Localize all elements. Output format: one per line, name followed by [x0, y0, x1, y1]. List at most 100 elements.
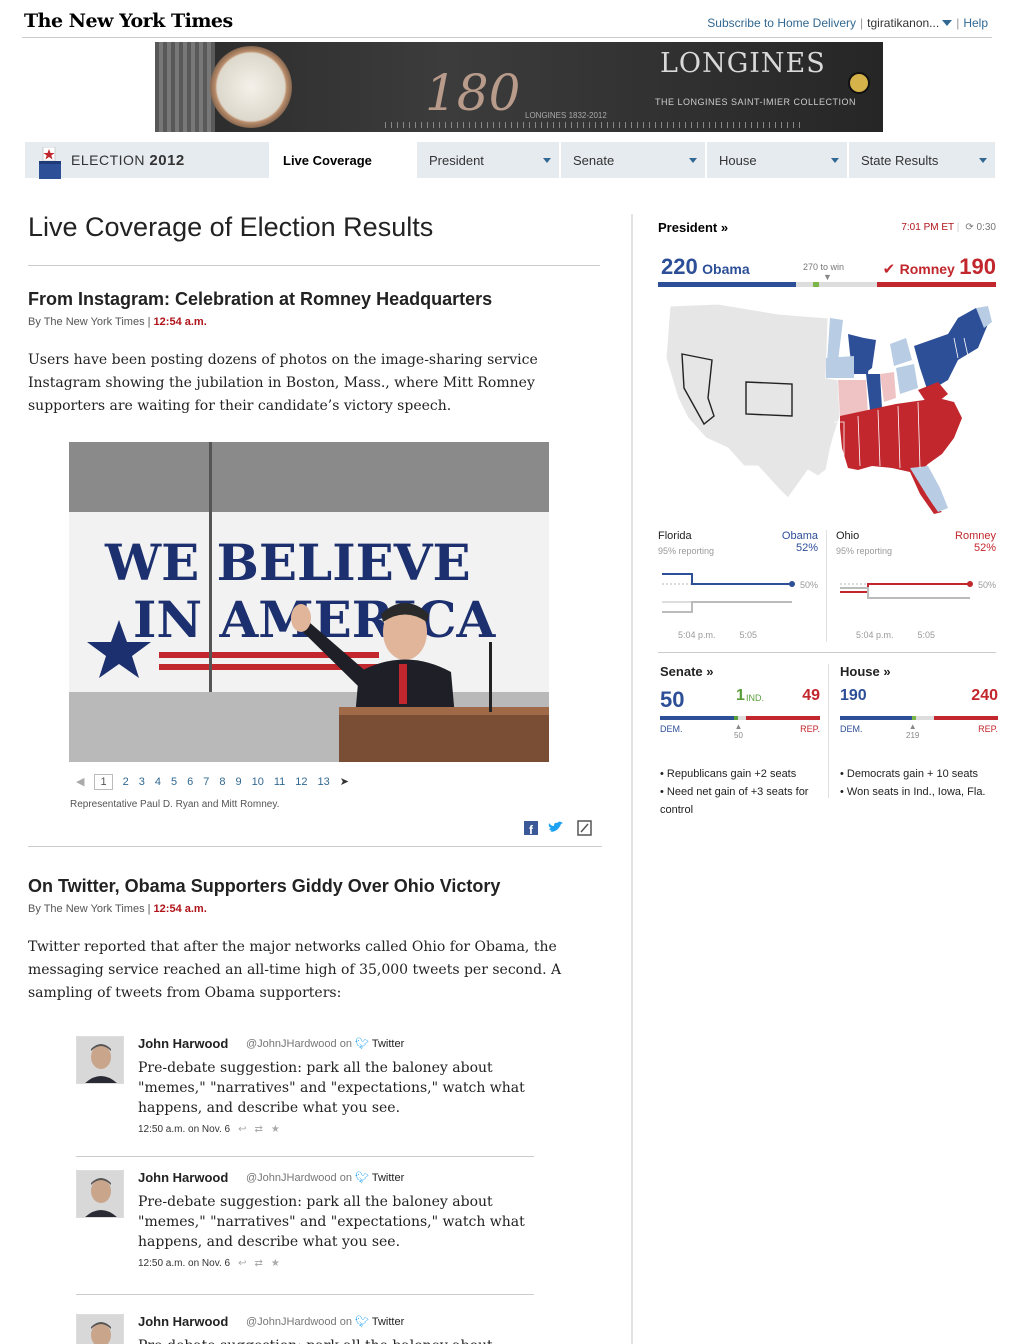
senate-ind-label: IND. — [746, 693, 764, 703]
embedded-tweet[interactable]: John Harwood @JohnJHardwood on 🐦︎ Twitte… — [76, 1314, 534, 1344]
race-chart-ohio[interactable]: Ohio 95% reporting Romney 52% 50% 5:04 p.… — [836, 530, 996, 640]
page-9[interactable]: 9 — [235, 776, 241, 788]
tab-house[interactable]: House — [705, 142, 847, 178]
post-headline[interactable]: From Instagram: Celebration at Romney He… — [28, 289, 602, 310]
page-10[interactable]: 10 — [252, 776, 264, 788]
obama-bar — [658, 282, 796, 287]
page-8[interactable]: 8 — [219, 776, 225, 788]
senate-mid: ▲ 50 — [734, 722, 743, 740]
senate-rep-label: REP. — [800, 724, 820, 734]
race-chart-florida[interactable]: Florida 95% reporting Obama 52% 50% 5:04 … — [658, 530, 818, 640]
top-links: Subscribe to Home Delivery | tgiratikanon.… — [707, 16, 988, 30]
reply-icon[interactable]: ↩ — [238, 1124, 246, 1135]
help-link[interactable]: Help — [963, 16, 988, 30]
chevron-down-icon[interactable] — [942, 20, 953, 26]
election-nav: ELECTION 2012 Live Coverage President Se… — [25, 142, 995, 179]
page-11[interactable]: 11 — [274, 776, 285, 788]
page-5[interactable]: 5 — [171, 776, 177, 788]
ad-brand: LONGINES — [660, 48, 826, 79]
senate-dem: 50 — [660, 687, 685, 712]
tab-live-coverage[interactable]: Live Coverage — [269, 142, 415, 178]
house-heading[interactable]: House » — [840, 664, 998, 679]
user-menu[interactable]: tgiratikanon... — [867, 16, 939, 30]
race-mark: 50% — [978, 580, 996, 590]
house-summary: House » 190 240 DEM. ▲ 219 REP. • Democra… — [840, 664, 998, 801]
to-win-label: 270 to win ▼ — [803, 262, 845, 282]
obama-votes-group: 220 Obama — [661, 254, 750, 280]
page-1[interactable]: 1 — [94, 774, 113, 790]
page-7[interactable]: 7 — [203, 776, 209, 788]
page-12[interactable]: 12 — [295, 776, 307, 788]
page-13[interactable]: 13 — [318, 776, 330, 788]
next-arrow-icon[interactable]: ➤ — [340, 775, 349, 788]
senate-heading[interactable]: Senate » — [660, 664, 820, 679]
house-counts: 190 240 — [840, 687, 998, 709]
page-6[interactable]: 6 — [187, 776, 193, 788]
avatar[interactable] — [76, 1036, 124, 1084]
tweet-handle: @JohnJHardwood on 🐦︎ Twitter — [246, 1316, 405, 1328]
divider — [658, 652, 996, 653]
tab-senate[interactable]: Senate — [559, 142, 705, 178]
senate-summary: Senate » 50 1 IND. 49 DEM. ▲ 50 REP. • Re… — [660, 664, 820, 819]
reply-icon[interactable]: ↩ — [238, 1258, 246, 1269]
tweet-handle: @JohnJHardwood on 🐦︎ Twitter — [246, 1038, 405, 1050]
chevron-down-icon — [543, 158, 551, 163]
ad-dates: LONGINES 1832-2012 — [525, 111, 607, 120]
refresh-icon[interactable]: ⟳ — [965, 222, 973, 233]
email-icon[interactable] — [577, 820, 592, 836]
tweet-text: Pre-debate suggestion: park all the balo… — [138, 1336, 534, 1344]
avatar[interactable] — [76, 1170, 124, 1218]
romney-bar — [877, 282, 996, 287]
page-4[interactable]: 4 — [155, 776, 161, 788]
tweet-text: Pre-debate suggestion: park all the balo… — [138, 1060, 525, 1116]
divider — [28, 846, 602, 847]
subscribe-link[interactable]: Subscribe to Home Delivery — [707, 16, 856, 30]
house-dem-label: DEM. — [840, 724, 863, 734]
house-notes: • Democrats gain + 10 seats • Won seats … — [840, 768, 986, 798]
tweet-author[interactable]: John Harwood — [138, 1036, 228, 1051]
race-state: Florida — [658, 530, 692, 542]
twitter-bird-icon: 🐦︎ — [355, 1316, 369, 1328]
favorite-icon[interactable]: ★ — [271, 1258, 280, 1269]
post-byline: By The New York Times | 12:54 a.m. — [28, 903, 207, 915]
tab-state-results[interactable]: State Results — [847, 142, 995, 178]
slideshow-pagination: ◀ 1 2 3 4 5 6 7 8 9 10 11 12 13 ➤ — [76, 774, 359, 790]
tweet-author[interactable]: John Harwood — [138, 1170, 228, 1185]
race-divider — [826, 530, 827, 642]
twitter-bird-icon: 🐦︎ — [355, 1172, 369, 1184]
nyt-logo[interactable]: The New York Times — [24, 10, 233, 32]
retweet-icon[interactable]: ⇄ — [254, 1258, 262, 1269]
slideshow-photo[interactable]: WE BELIEVE IN AMERICA — [69, 442, 549, 762]
page-2[interactable]: 2 — [123, 776, 129, 788]
favorite-icon[interactable]: ★ — [271, 1124, 280, 1135]
ad-collection: THE LONGINES SAINT-IMIER COLLECTION — [655, 97, 857, 107]
election-title[interactable]: ELECTION 2012 — [71, 152, 185, 169]
house-rep: 240 — [971, 687, 998, 704]
tweet-author[interactable]: John Harwood — [138, 1314, 228, 1329]
race-reporting: 95% reporting — [658, 546, 715, 556]
share-tools: f — [524, 820, 596, 841]
check-icon: ✔ — [882, 261, 896, 278]
race-leader: Romney 52% — [955, 530, 996, 554]
us-electoral-map[interactable] — [658, 298, 996, 518]
tweet-handle: @JohnJHardwood on 🐦︎ Twitter — [246, 1172, 405, 1184]
twitter-icon[interactable] — [548, 821, 563, 832]
sign-line-1: WE BELIEVE — [104, 533, 471, 592]
tab-president[interactable]: President — [415, 142, 559, 178]
page-3[interactable]: 3 — [139, 776, 145, 788]
retweet-icon[interactable]: ⇄ — [254, 1124, 262, 1135]
senate-counts: 50 1 IND. 49 — [660, 687, 820, 712]
banner-ad[interactable]: 180 LONGINES 1832-2012 LONGINES THE LONG… — [155, 42, 883, 132]
tweet-meta: 12:50 a.m. on Nov. 6 ↩ ⇄ ★ — [138, 1124, 280, 1135]
house-rep-label: REP. — [978, 724, 998, 734]
prev-arrow-icon[interactable]: ◀ — [76, 775, 84, 788]
main-column: Live Coverage of Election Results From I… — [28, 196, 602, 1344]
ad-anniversary: 180 — [425, 64, 521, 122]
electoral-count: 220 Obama 270 to win ▼ ✔ Romney 190 — [658, 250, 996, 282]
senate-rep: 49 — [802, 687, 820, 704]
post-headline[interactable]: On Twitter, Obama Supporters Giddy Over … — [28, 876, 602, 897]
avatar[interactable] — [76, 1314, 124, 1344]
facebook-icon[interactable]: f — [524, 821, 538, 837]
chevron-down-icon — [979, 158, 987, 163]
chevron-down-icon — [689, 158, 697, 163]
